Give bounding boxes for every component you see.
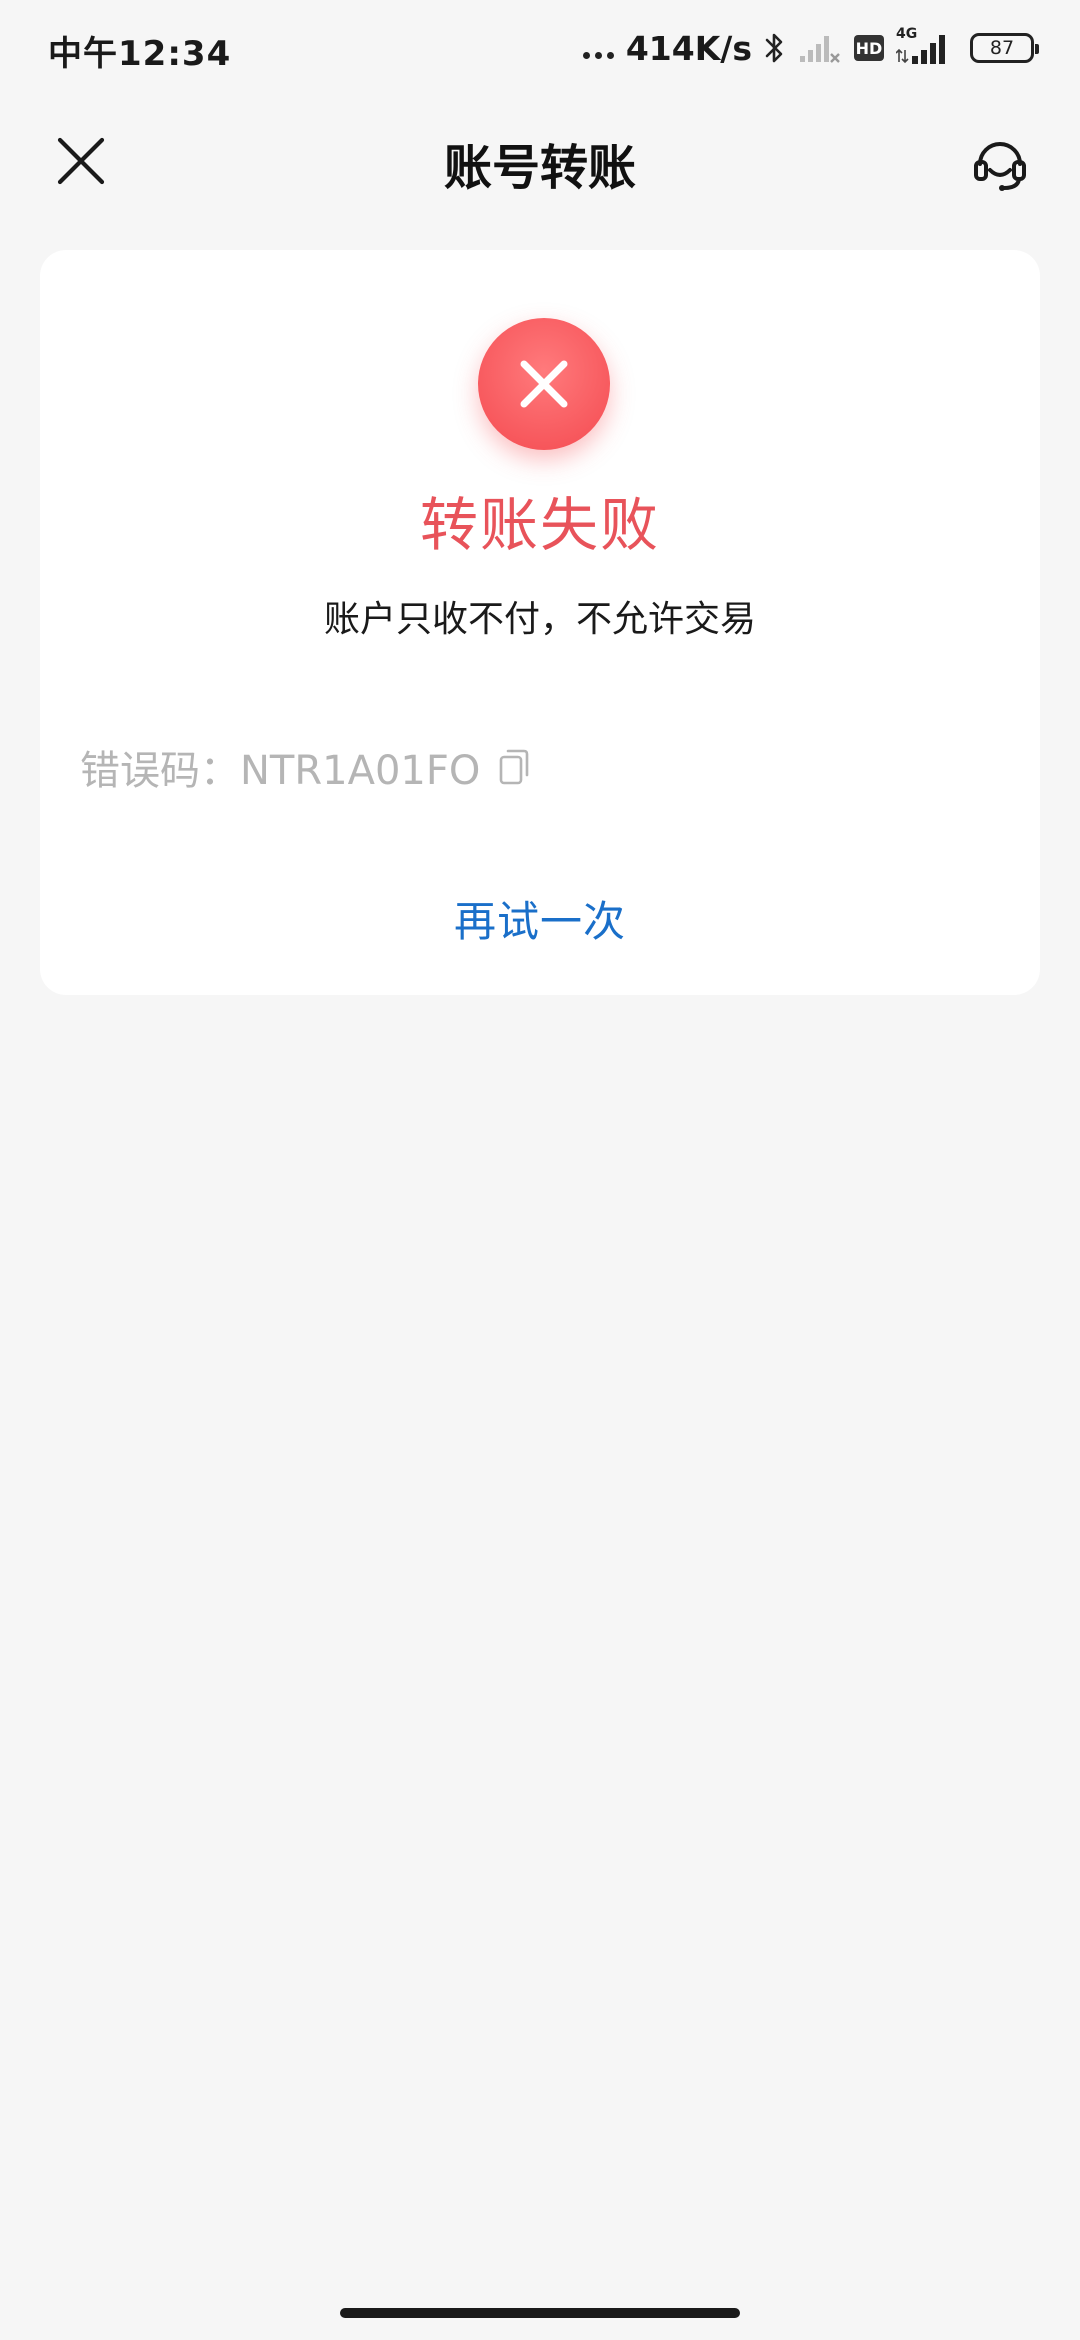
status-bar: 中午12:34 414K/s HD 4G 87 — [0, 0, 1080, 96]
home-indicator[interactable] — [340, 2308, 740, 2318]
copy-button[interactable] — [496, 747, 532, 787]
page-title: 账号转账 — [443, 140, 636, 196]
more-dots-icon — [582, 33, 614, 63]
status-icons: 414K/s HD 4G 87 — [582, 24, 1039, 72]
result-message: 账户只收不付，不允许交易 — [323, 599, 756, 640]
result-card: 转账失败 账户只收不付，不允许交易 错误码：NTR1A01FO 再试一次 — [40, 250, 1040, 995]
customer-service-button[interactable] — [960, 122, 1040, 202]
nav-bar: 账号转账 — [0, 110, 1080, 200]
status-time: 中午12:34 — [48, 34, 232, 74]
result-title: 转账失败 — [419, 491, 660, 559]
hd-badge: HD — [854, 35, 884, 61]
headset-icon — [974, 142, 1026, 191]
bluetooth-icon — [765, 33, 783, 63]
signal-4g-icon: 4G — [896, 26, 952, 68]
retry-button[interactable]: 再试一次 — [40, 888, 1040, 949]
error-code-row: 错误码：NTR1A01FO — [80, 738, 532, 796]
signal-weak-icon — [800, 36, 840, 63]
net-speed: 414K/s — [625, 28, 752, 68]
cross-icon — [520, 360, 568, 408]
battery-icon: 87 — [970, 33, 1039, 63]
copy-icon — [500, 749, 529, 785]
fail-status-icon — [478, 318, 610, 450]
battery-level: 87 — [989, 37, 1015, 59]
error-code: 错误码：NTR1A01FO — [80, 748, 481, 794]
